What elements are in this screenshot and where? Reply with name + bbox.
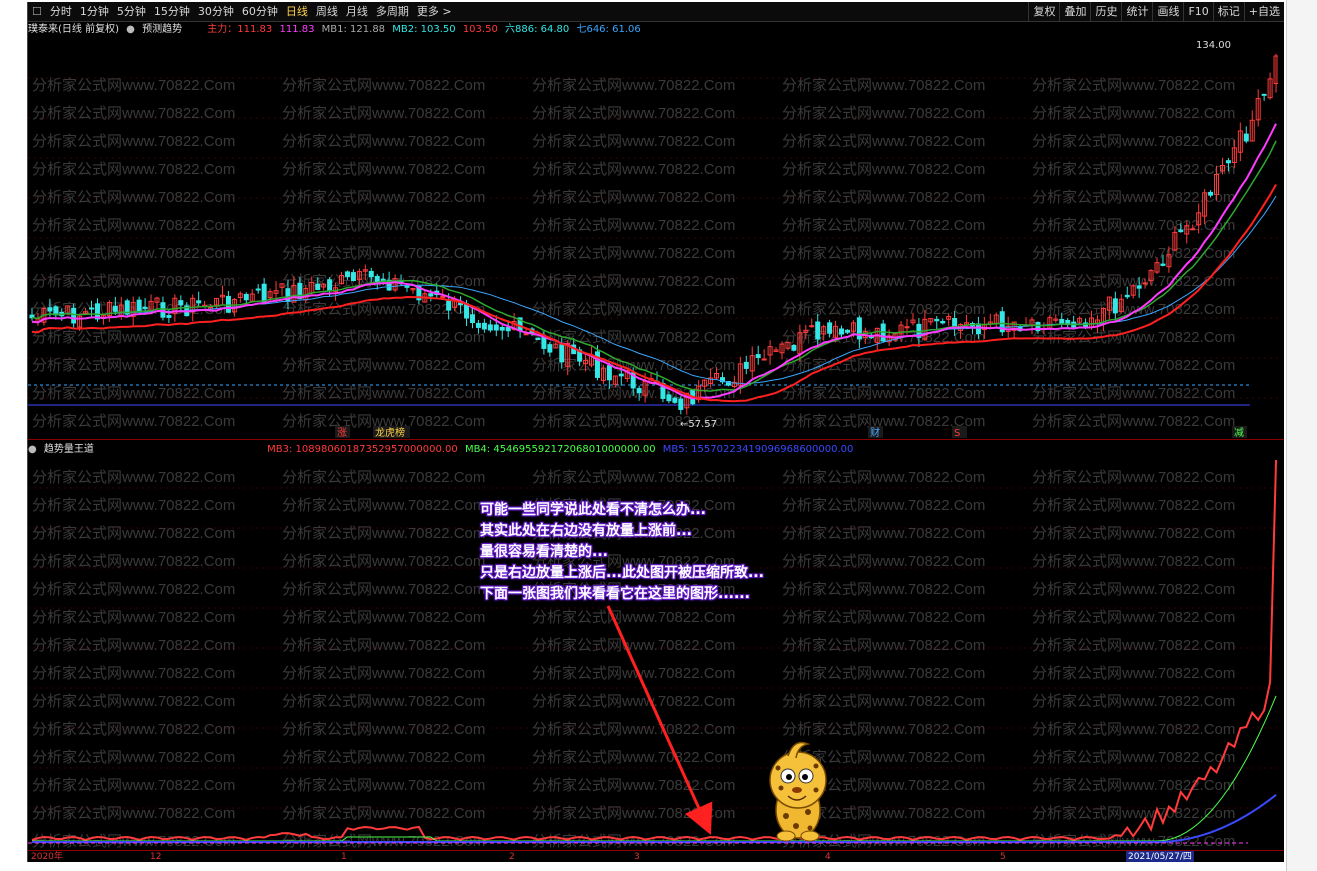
leopard-mascot-icon: [769, 741, 827, 842]
annotation-arrow: [606, 605, 713, 835]
overlay-graphics: [606, 605, 827, 842]
right-scrollbar[interactable]: [1286, 0, 1317, 871]
chart-window: ☐ 分时 1分钟 5分钟 15分钟 30分钟 60分钟 日线 周线 月线 多周期…: [27, 2, 1284, 862]
